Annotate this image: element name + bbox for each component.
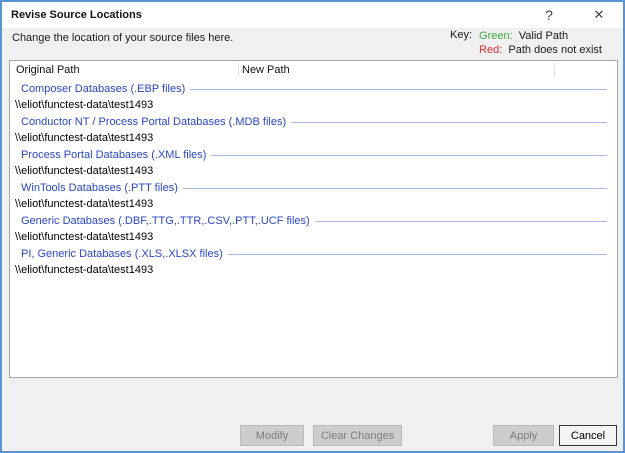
column-divider[interactable] <box>554 63 555 78</box>
source-group-wintools: WinTools Databases (.PTT files) \\eliot\… <box>10 182 617 215</box>
source-group-process-portal: Process Portal Databases (.XML files) \\… <box>10 149 617 182</box>
source-group-generic: Generic Databases (.DBF,.TTG,.TTR,.CSV,.… <box>10 215 617 248</box>
title-bar: Revise Source Locations ? ✕ <box>2 2 623 28</box>
category-rule <box>211 155 607 156</box>
key-red-text: Path does not exist <box>508 44 602 56</box>
category-rule <box>183 188 607 189</box>
category-label: Generic Databases (.DBF,.TTG,.TTR,.CSV,.… <box>21 215 310 227</box>
key-entry-invalid: Red: Path does not exist <box>479 43 602 57</box>
apply-button[interactable]: Apply <box>493 425 554 446</box>
clear-changes-button[interactable]: Clear Changes <box>313 425 402 446</box>
cancel-button[interactable]: Cancel <box>559 425 617 446</box>
key-label: Key: <box>450 29 472 57</box>
revise-source-locations-dialog: Revise Source Locations ? ✕ Change the l… <box>0 0 625 453</box>
category-rule <box>190 89 607 90</box>
path-row[interactable]: \\eliot\functest-data\test1493 <box>10 165 617 177</box>
list-header: Original Path New Path <box>10 61 617 81</box>
help-button[interactable]: ? <box>533 2 565 28</box>
category-row: Composer Databases (.EBP files) <box>10 83 617 95</box>
category-label: PI, Generic Databases (.XLS,.XLSX files) <box>21 248 223 260</box>
category-label: WinTools Databases (.PTT files) <box>21 182 178 194</box>
window-title: Revise Source Locations <box>2 9 142 21</box>
category-rule <box>315 221 607 222</box>
category-row: Process Portal Databases (.XML files) <box>10 149 617 161</box>
category-rule <box>228 254 607 255</box>
category-label: Process Portal Databases (.XML files) <box>21 149 206 161</box>
close-button[interactable]: ✕ <box>583 2 615 28</box>
key-red-label: Red: <box>479 44 502 56</box>
key-entry-valid: Green: Valid Path <box>479 29 602 43</box>
category-rule <box>291 122 607 123</box>
category-row: Generic Databases (.DBF,.TTG,.TTR,.CSV,.… <box>10 215 617 227</box>
path-row[interactable]: \\eliot\functest-data\test1493 <box>10 231 617 243</box>
column-header-new-path[interactable]: New Path <box>242 64 290 76</box>
dialog-client-area: Change the location of your source files… <box>2 28 623 451</box>
column-divider[interactable] <box>238 63 239 78</box>
instruction-text: Change the location of your source files… <box>12 32 233 44</box>
path-row[interactable]: \\eliot\functest-data\test1493 <box>10 132 617 144</box>
close-icon: ✕ <box>594 7 605 23</box>
key-legend: Key: Green: Valid Path Red: Path does no… <box>450 29 602 57</box>
key-entries: Green: Valid Path Red: Path does not exi… <box>479 29 602 57</box>
modify-button[interactable]: Modify <box>240 425 304 446</box>
source-group-composer: Composer Databases (.EBP files) \\eliot\… <box>10 83 617 116</box>
list-body: Composer Databases (.EBP files) \\eliot\… <box>10 83 617 281</box>
category-row: WinTools Databases (.PTT files) <box>10 182 617 194</box>
source-group-pi-generic: PI, Generic Databases (.XLS,.XLSX files)… <box>10 248 617 281</box>
column-header-original-path[interactable]: Original Path <box>16 64 80 76</box>
key-green-label: Green: <box>479 30 513 42</box>
key-green-text: Valid Path <box>519 30 568 42</box>
category-row: Conductor NT / Process Portal Databases … <box>10 116 617 128</box>
source-locations-list[interactable]: Original Path New Path Composer Database… <box>9 60 618 378</box>
path-row[interactable]: \\eliot\functest-data\test1493 <box>10 198 617 210</box>
category-row: PI, Generic Databases (.XLS,.XLSX files) <box>10 248 617 260</box>
category-label: Conductor NT / Process Portal Databases … <box>21 116 286 128</box>
category-label: Composer Databases (.EBP files) <box>21 83 185 95</box>
source-group-conductor-nt: Conductor NT / Process Portal Databases … <box>10 116 617 149</box>
help-icon: ? <box>545 7 553 23</box>
path-row[interactable]: \\eliot\functest-data\test1493 <box>10 99 617 111</box>
path-row[interactable]: \\eliot\functest-data\test1493 <box>10 264 617 276</box>
